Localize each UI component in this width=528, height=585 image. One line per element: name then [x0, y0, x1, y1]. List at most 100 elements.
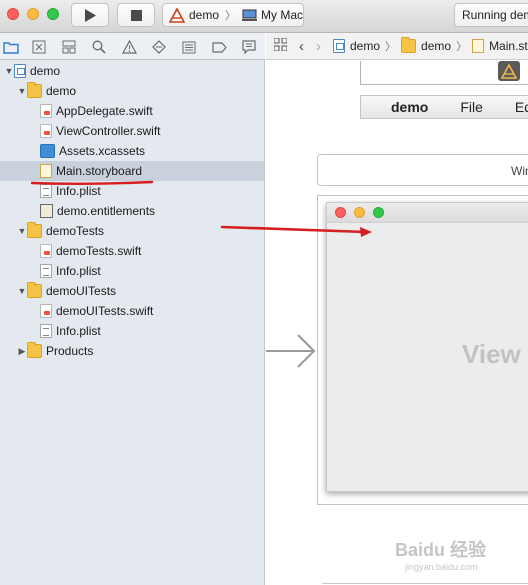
mac-icon	[242, 9, 258, 21]
window-close-button[interactable]	[7, 8, 19, 20]
file-tree-row[interactable]: Main.storyboard	[0, 161, 264, 181]
view-window-titlebar	[327, 203, 528, 223]
file-tree-label: Products	[46, 344, 94, 358]
file-tree-row[interactable]: Info.plist	[0, 321, 264, 341]
status-text: Running demo	[462, 8, 528, 22]
file-tree-row[interactable]: ▶ Products	[0, 341, 264, 361]
view-controller-scene[interactable]: View	[317, 195, 528, 505]
disclosure-open-icon[interactable]: ▼	[17, 86, 27, 96]
storyboard-icon	[40, 164, 52, 178]
project-icon	[333, 39, 345, 53]
related-items-grid-icon[interactable]	[273, 37, 288, 54]
view-placeholder-label: View	[462, 339, 521, 369]
window-zoom-button[interactable]	[47, 8, 59, 20]
file-tree-row[interactable]: demo.entitlements	[0, 201, 264, 221]
run-destination: My Mac	[261, 8, 304, 22]
folder-navigator-icon[interactable]	[3, 39, 19, 55]
assets-icon	[40, 144, 55, 158]
disclosure-open-icon[interactable]: ▼	[17, 286, 27, 296]
file-tree-label: demo	[30, 64, 61, 78]
navigator-selector-bar	[0, 33, 265, 60]
menu-edit[interactable]: Edit	[515, 99, 528, 115]
debug-list-icon[interactable]	[181, 39, 197, 55]
folder-icon	[27, 342, 42, 358]
file-tree-row[interactable]: Info.plist	[0, 261, 264, 281]
file-tree-row[interactable]: AppDelegate.swift	[0, 101, 264, 121]
window-toolbar: demo 〉 My Mac Running demo	[0, 0, 528, 33]
file-tree-row[interactable]: ▼ demoUITests	[0, 281, 264, 301]
breadcrumb-group[interactable]: demo	[421, 39, 451, 53]
file-tree-label: Assets.xcassets	[59, 144, 146, 158]
scheme-selector[interactable]: demo 〉 My Mac	[162, 3, 304, 27]
file-tree-label: demoUITests.swift	[56, 304, 154, 318]
disclosure-open-icon[interactable]: ▼	[17, 226, 27, 236]
window-controller-label: Win	[511, 164, 528, 178]
folder-icon	[27, 82, 42, 98]
forward-chevron-icon[interactable]: ›	[316, 38, 321, 55]
run-button[interactable]	[71, 3, 109, 27]
symbol-navigator-icon[interactable]	[61, 39, 77, 55]
file-tree-row[interactable]: Assets.xcassets	[0, 141, 264, 161]
plist-icon	[40, 324, 52, 338]
file-tree-row[interactable]: ▼ demo	[0, 81, 264, 101]
scene-divider	[322, 583, 528, 584]
source-control-icon[interactable]	[31, 39, 47, 55]
folder-icon	[27, 222, 42, 238]
stop-button[interactable]	[117, 3, 155, 27]
disclosure-closed-icon[interactable]: ▶	[17, 346, 27, 357]
file-tree-label: demo	[46, 84, 77, 98]
folder-icon	[27, 282, 42, 298]
file-tree-label: demo.entitlements	[57, 204, 156, 218]
stop-icon	[130, 9, 142, 21]
swift-file-icon	[40, 104, 52, 118]
file-tree-row[interactable]: demoUITests.swift	[0, 301, 264, 321]
report-message-icon[interactable]	[241, 39, 257, 55]
file-tree-row[interactable]: ▼ demoTests	[0, 221, 264, 241]
storyboard-icon	[472, 39, 485, 53]
zoom-dot-icon	[373, 207, 384, 218]
issue-warning-icon[interactable]	[121, 39, 137, 55]
back-chevron-icon[interactable]: ‹	[299, 38, 304, 55]
file-tree-row[interactable]: demoTests.swift	[0, 241, 264, 261]
main-menu-bar[interactable]: demo File Edit	[360, 95, 528, 119]
application-icon[interactable]	[498, 61, 520, 81]
file-tree-label: Info.plist	[56, 184, 101, 198]
file-tree-row[interactable]: ViewController.swift	[0, 121, 264, 141]
chevron-right-icon: 〉	[456, 41, 468, 53]
test-diamond-icon[interactable]	[151, 39, 167, 55]
file-tree-label: demoUITests	[46, 284, 117, 298]
file-tree-row[interactable]: ▼ demo	[0, 61, 264, 81]
file-tree-label: Main.storyboard	[56, 164, 143, 178]
watermark-brand: Baidu 经验	[395, 540, 487, 560]
watermark: Baidu 经验 jingyan.baidu.com	[395, 536, 486, 572]
play-icon	[85, 8, 96, 22]
file-tree-label: demoTests	[46, 224, 105, 238]
storyboard-canvas[interactable]: demo File Edit Win View	[266, 61, 528, 585]
window-controller-scene[interactable]: Win	[317, 154, 528, 186]
file-tree-label: demoTests.swift	[56, 244, 142, 258]
view-controller-window[interactable]: View	[326, 202, 528, 492]
xcode-app-icon	[169, 7, 185, 23]
chevron-right-icon: 〉	[225, 10, 237, 22]
swift-file-icon	[40, 124, 52, 138]
activity-status: Running demo	[454, 3, 528, 27]
file-tree-label: AppDelegate.swift	[56, 104, 153, 118]
menu-app[interactable]: demo	[391, 99, 428, 115]
menu-file[interactable]: File	[460, 99, 483, 115]
breadcrumb-file[interactable]: Main.sto	[489, 39, 528, 53]
watermark-url: jingyan.baidu.com	[405, 562, 478, 572]
folder-icon	[401, 37, 417, 53]
file-tree-label: Info.plist	[56, 324, 101, 338]
swift-file-icon	[40, 304, 52, 318]
disclosure-open-icon[interactable]: ▼	[4, 66, 14, 76]
initial-scene-arrow-icon	[266, 334, 316, 368]
breakpoint-icon[interactable]	[211, 39, 227, 55]
close-dot-icon	[335, 207, 346, 218]
chevron-right-icon: 〉	[385, 41, 397, 53]
search-icon[interactable]	[91, 39, 107, 55]
project-navigator: ▼ demo ▼ demo AppDelegate.swift ViewControlle…	[0, 33, 265, 585]
breadcrumb-project[interactable]: demo	[350, 39, 380, 53]
window-minimize-button[interactable]	[27, 8, 39, 20]
file-tree-label: Info.plist	[56, 264, 101, 278]
file-tree-row[interactable]: Info.plist	[0, 181, 264, 201]
